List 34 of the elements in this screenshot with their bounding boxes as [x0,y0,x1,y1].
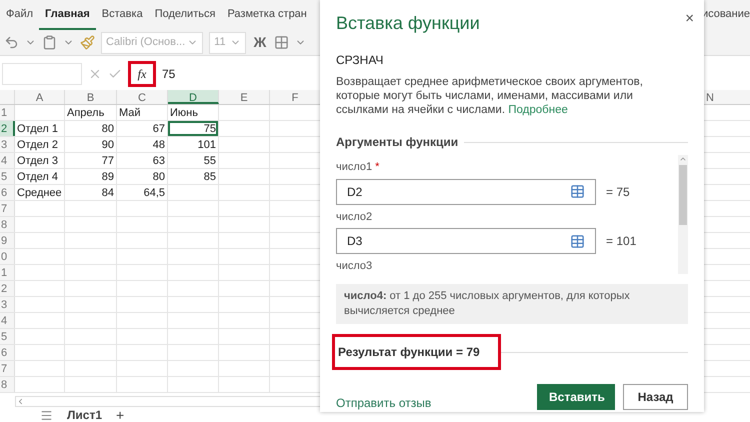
table-cell: 48 [117,136,168,152]
argument-label: число1 [336,160,372,175]
table-cell: Отдел 3 [15,152,65,168]
table-cell: 67 [117,120,168,136]
dialog-title: Вставка функции [336,12,480,35]
table-cell: 75 [168,120,219,136]
argument-result: = 75 [606,184,630,200]
table-cell: 80 [117,168,168,184]
table-cell: 63 [117,152,168,168]
table-cell: Июнь [168,104,219,120]
required-mark: * [375,160,380,175]
table-cell: 101 [168,136,219,152]
table-cell: 85 [168,168,219,184]
table-cell: 80 [65,120,117,136]
function-name: СРЗНАЧ [336,52,384,69]
function-description: Возвращает среднее арифметическое своих аргументов, которые могут быть числами, именами, массивами или ссылками на ячейки с числами. Подробнее [336,75,644,117]
table-cell: Отдел 1 [15,120,65,136]
table-cell: Апрель [65,104,117,120]
table-cell: 64,5 [117,184,168,200]
table-cell: 90 [65,136,117,152]
function-result: Результат функции = 79 [332,334,501,370]
table-cell: Отдел 4 [15,168,65,184]
argument-result: = 101 [606,233,636,250]
table-cell: Среднее [15,184,65,200]
argument-hint: число4: от 1 до 255 числовых аргументов, для которых вычисляется среднее [336,284,688,324]
argument-label: число2 [336,210,372,224]
table-cell: 89 [65,168,117,184]
section-heading: Аргументы функции [336,134,458,151]
table-cell: Май [117,104,168,120]
table-cell: 55 [168,152,219,168]
argument-label: число3 [336,259,372,274]
table-cell: 77 [65,152,117,168]
table-cell: Отдел 2 [15,136,65,152]
table-cell: 84 [65,184,117,200]
